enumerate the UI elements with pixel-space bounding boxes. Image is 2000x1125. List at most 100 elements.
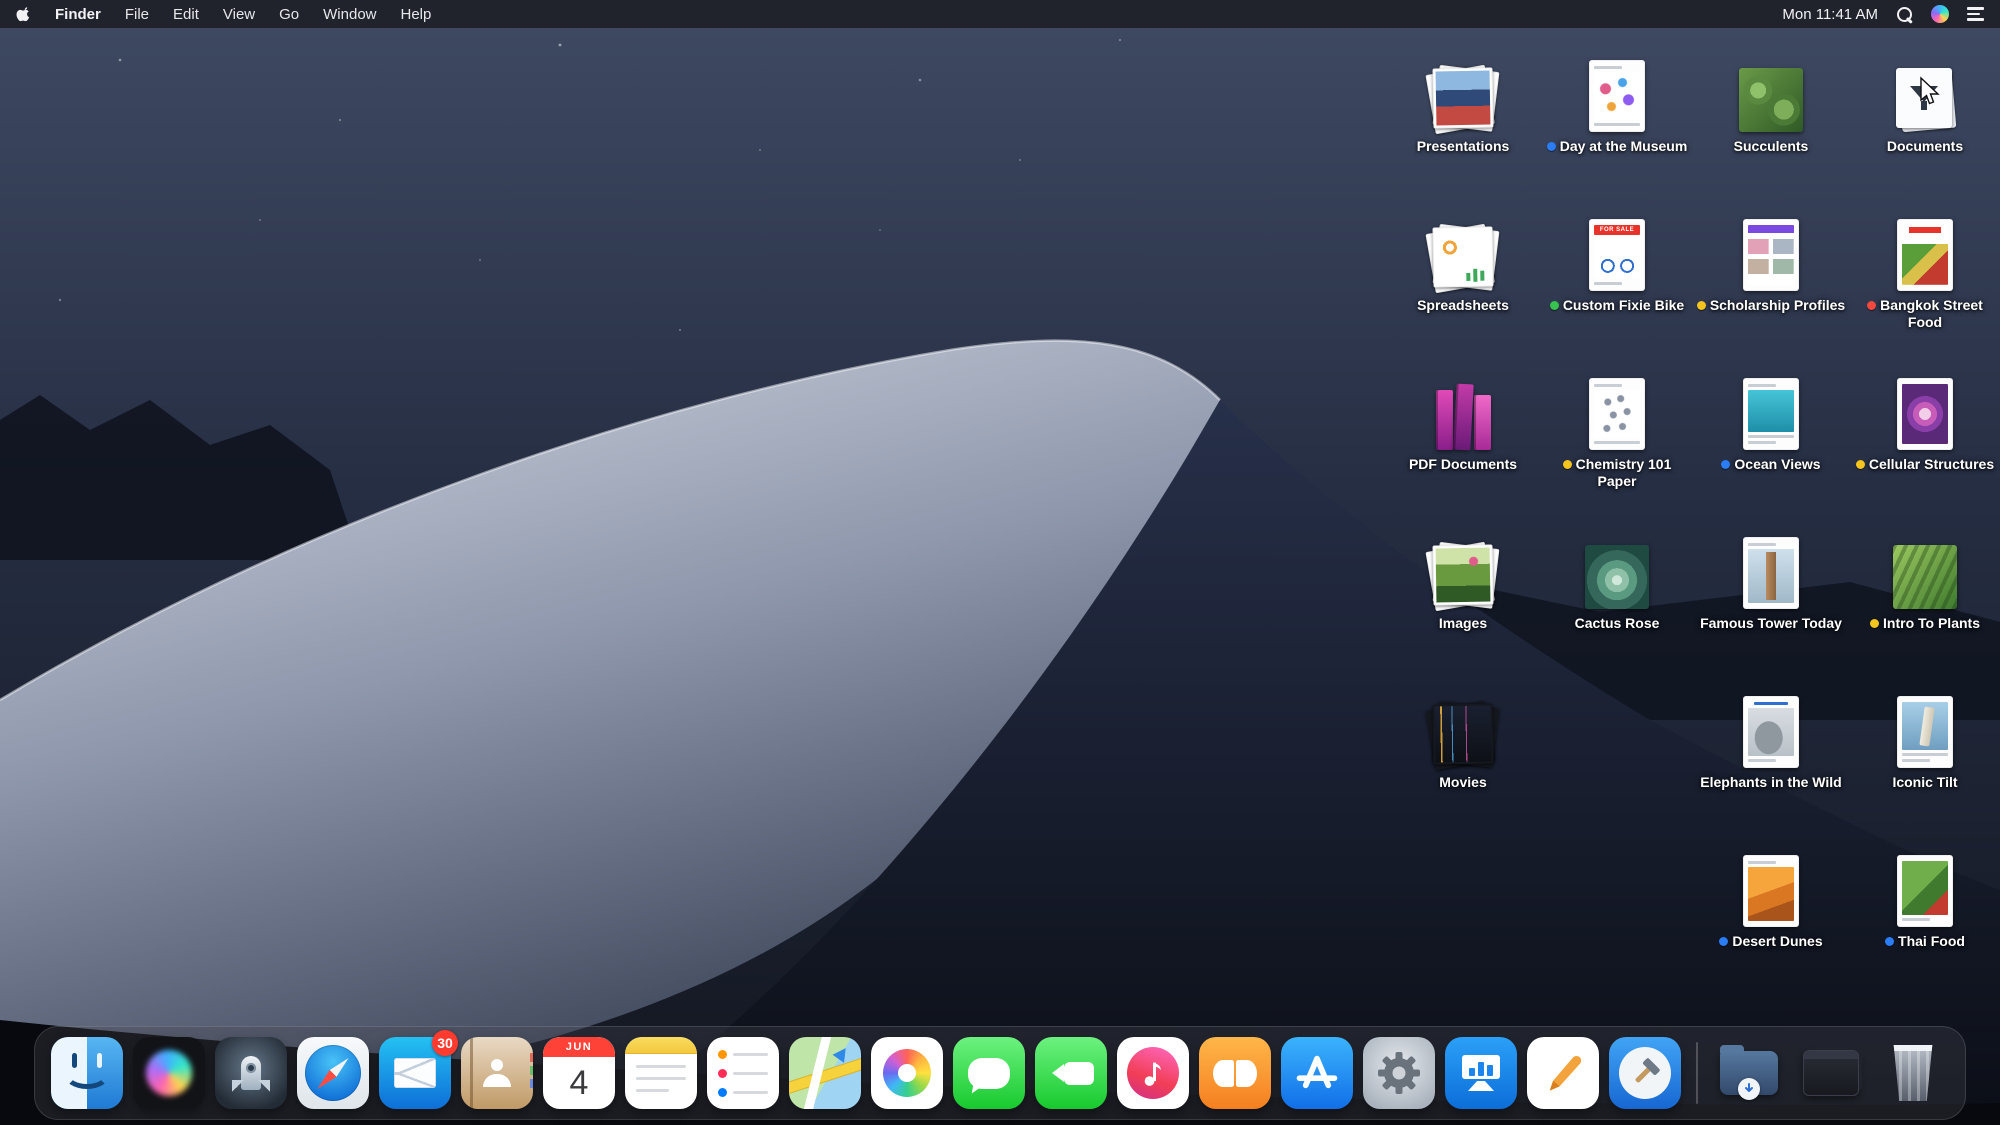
menu-bar: Finder File Edit View Go Window Help Mon… bbox=[0, 0, 2000, 28]
day-at-the-museum-doc-icon[interactable] bbox=[1589, 44, 1645, 132]
desktop-item-scholarship-profiles[interactable]: Scholarship Profiles bbox=[1694, 203, 1848, 362]
dock-pages-icon[interactable] bbox=[1527, 1037, 1599, 1109]
desktop-item-cactus-rose[interactable]: Cactus Rose bbox=[1540, 521, 1694, 680]
dock-mail-icon[interactable]: 30 bbox=[379, 1030, 458, 1109]
notification-center-icon[interactable] bbox=[1967, 7, 1984, 21]
menu-file[interactable]: File bbox=[125, 6, 149, 23]
dock-app-store-icon[interactable] bbox=[1281, 1037, 1353, 1109]
presentations-stack-icon[interactable] bbox=[1424, 44, 1502, 135]
desktop-item-cellular-structures[interactable]: Cellular Structures bbox=[1848, 362, 2000, 521]
desktop-item-succulents[interactable]: Succulents bbox=[1694, 44, 1848, 203]
scholarship-profiles-doc-icon[interactable] bbox=[1743, 203, 1799, 291]
ocean-views-doc-icon[interactable] bbox=[1743, 362, 1799, 450]
desktop-item-ocean-views[interactable]: Ocean Views bbox=[1694, 362, 1848, 521]
desktop-stack-images[interactable]: Images bbox=[1386, 521, 1540, 680]
spotlight-search-icon[interactable] bbox=[1896, 6, 1913, 23]
desktop-stack-movies[interactable]: Movies bbox=[1386, 680, 1540, 839]
dock-safari-icon[interactable] bbox=[297, 1037, 369, 1109]
pen-icon bbox=[1549, 1055, 1582, 1091]
bangkok-street-food-doc-icon[interactable] bbox=[1897, 203, 1953, 291]
cactus-rose-photo-icon[interactable] bbox=[1585, 521, 1649, 609]
dock-contacts-icon[interactable] bbox=[461, 1037, 533, 1109]
chemistry-101-paper-doc-icon[interactable] bbox=[1589, 362, 1645, 450]
stack-label: Succulents bbox=[1733, 138, 1809, 154]
desktop-stack-presentations[interactable]: Presentations bbox=[1386, 44, 1540, 203]
desktop-item-intro-to-plants[interactable]: Intro To Plants bbox=[1848, 521, 2000, 680]
folder-icon bbox=[1720, 1045, 1778, 1100]
calendar-month: JUN bbox=[543, 1037, 615, 1057]
images-stack-icon[interactable] bbox=[1424, 521, 1502, 612]
dock-notes-icon[interactable] bbox=[625, 1037, 697, 1109]
dock-photos-icon[interactable] bbox=[871, 1037, 943, 1109]
thai-food-doc-icon[interactable] bbox=[1897, 839, 1953, 927]
tag-dot-blue bbox=[1885, 937, 1895, 946]
stack-label: Intro To Plants bbox=[1870, 615, 1980, 632]
dock-downloads-folder-icon[interactable] bbox=[1713, 1037, 1785, 1109]
dock-maps-icon[interactable] bbox=[789, 1037, 861, 1109]
spreadsheets-stack-icon[interactable] bbox=[1424, 203, 1502, 294]
custom-fixie-bike-doc-icon[interactable]: FOR SALE bbox=[1589, 203, 1645, 291]
desktop-stack-spreadsheets[interactable]: Spreadsheets bbox=[1386, 203, 1540, 362]
menu-window[interactable]: Window bbox=[323, 6, 376, 23]
dock-keynote-icon[interactable] bbox=[1445, 1037, 1517, 1109]
desktop-stack-documents[interactable]: Documents bbox=[1848, 44, 2000, 203]
menu-bar-left: Finder File Edit View Go Window Help bbox=[16, 6, 431, 23]
succulents-photo-icon[interactable] bbox=[1739, 44, 1803, 132]
pdf-documents-stack-icon[interactable] bbox=[1435, 362, 1491, 451]
desktop-item-custom-fixie-bike[interactable]: FOR SALE Custom Fixie Bike bbox=[1540, 203, 1694, 362]
pinwheel-icon bbox=[883, 1049, 931, 1097]
menu-edit[interactable]: Edit bbox=[173, 6, 199, 23]
stack-label: Ocean Views bbox=[1721, 456, 1821, 473]
menu-help[interactable]: Help bbox=[401, 6, 432, 23]
desktop-item-iconic-tilt[interactable]: Iconic Tilt bbox=[1848, 680, 2000, 839]
dock-facetime-icon[interactable] bbox=[1035, 1037, 1107, 1109]
dock-launchpad-icon[interactable] bbox=[215, 1037, 287, 1109]
menu-clock[interactable]: Mon 11:41 AM bbox=[1782, 6, 1878, 23]
dock-finder-icon[interactable] bbox=[51, 1037, 123, 1109]
famous-tower-today-doc-icon[interactable] bbox=[1743, 521, 1799, 609]
dock-reminders-icon[interactable] bbox=[707, 1037, 779, 1109]
menu-view[interactable]: View bbox=[223, 6, 255, 23]
desktop-stack-pdf-documents[interactable]: PDF Documents bbox=[1386, 362, 1540, 521]
person-silhouette-icon bbox=[483, 1059, 511, 1087]
dock: 30 JUN 4 bbox=[34, 1026, 1966, 1120]
elephants-in-the-wild-doc-icon[interactable] bbox=[1743, 680, 1799, 768]
dock-books-icon[interactable] bbox=[1199, 1037, 1271, 1109]
dock-messages-icon[interactable] bbox=[953, 1037, 1025, 1109]
desktop-item-bangkok-street-food[interactable]: Bangkok Street Food bbox=[1848, 203, 2000, 362]
desktop-item-chemistry-101-paper[interactable]: Chemistry 101 Paper bbox=[1540, 362, 1694, 521]
desktop-item-famous-tower-today[interactable]: Famous Tower Today bbox=[1694, 521, 1848, 680]
stack-label: Bangkok Street Food bbox=[1850, 297, 2000, 331]
video-camera-icon bbox=[1049, 1061, 1094, 1085]
stack-label: PDF Documents bbox=[1408, 456, 1518, 472]
desert-dunes-doc-icon[interactable] bbox=[1743, 839, 1799, 927]
menu-app-name[interactable]: Finder bbox=[55, 6, 101, 23]
stack-label: Chemistry 101 Paper bbox=[1542, 456, 1692, 490]
desktop-item-thai-food[interactable]: Thai Food bbox=[1848, 839, 2000, 998]
dock-trash-icon[interactable] bbox=[1877, 1037, 1949, 1109]
desktop-item-day-at-the-museum[interactable]: Day at the Museum bbox=[1540, 44, 1694, 203]
stack-label: Spreadsheets bbox=[1417, 297, 1509, 313]
iconic-tilt-doc-icon[interactable] bbox=[1897, 680, 1953, 768]
movies-stack-icon[interactable] bbox=[1424, 680, 1502, 771]
dock-system-preferences-icon[interactable] bbox=[1363, 1037, 1435, 1109]
desktop-item-elephants-in-the-wild[interactable]: Elephants in the Wild bbox=[1694, 680, 1848, 839]
menu-go[interactable]: Go bbox=[279, 6, 299, 23]
location-arrow-icon bbox=[832, 1044, 852, 1063]
tag-dot-green bbox=[1549, 301, 1559, 310]
dock-siri-icon[interactable] bbox=[133, 1037, 205, 1109]
siri-menu-icon[interactable] bbox=[1931, 5, 1949, 23]
dock-itunes-icon[interactable] bbox=[1117, 1037, 1189, 1109]
intro-to-plants-photo-icon[interactable] bbox=[1893, 521, 1957, 609]
cellular-structures-doc-icon[interactable] bbox=[1897, 362, 1953, 450]
desktop-item-desert-dunes[interactable]: Desert Dunes bbox=[1694, 839, 1848, 998]
hammer-icon bbox=[1635, 1058, 1660, 1083]
dock-separator bbox=[1696, 1042, 1698, 1104]
dock-calendar-icon[interactable]: JUN 4 bbox=[543, 1037, 615, 1109]
dock-dark-stack-icon[interactable] bbox=[1795, 1037, 1867, 1109]
dock-xcode-icon[interactable] bbox=[1609, 1037, 1681, 1109]
stack-label: Images bbox=[1438, 615, 1488, 631]
siri-orb bbox=[146, 1050, 192, 1096]
stack-label: Cellular Structures bbox=[1855, 456, 1994, 473]
apple-menu-icon[interactable] bbox=[16, 6, 31, 23]
